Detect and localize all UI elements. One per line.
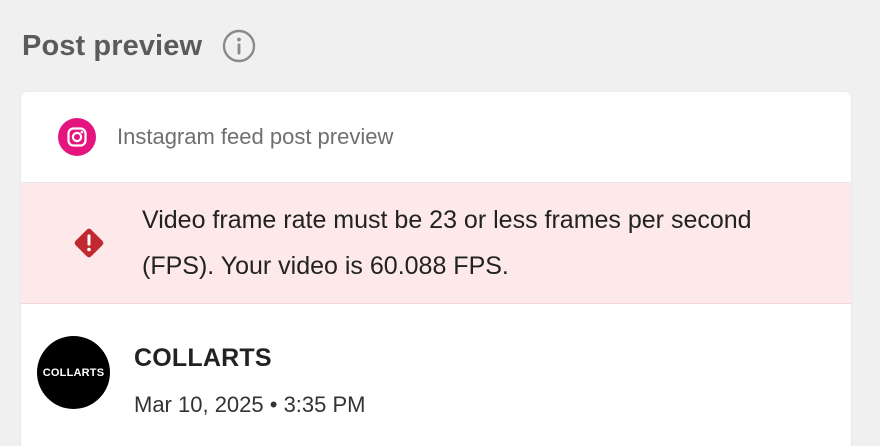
preview-card: Instagram feed post preview Video frame … <box>21 92 851 446</box>
warning-diamond-icon <box>70 224 108 262</box>
post-preview-page: Post preview Instagram feed post preview <box>0 0 880 446</box>
page-title: Post preview <box>22 29 203 62</box>
post-timestamp: Mar 10, 2025 • 3:35 PM <box>134 392 366 417</box>
avatar-logo-text: COLLARTS <box>42 366 105 379</box>
info-icon[interactable] <box>222 29 256 63</box>
card-header: Instagram feed post preview <box>21 92 851 183</box>
post-preview-header: Post preview <box>22 26 256 66</box>
preview-type-label: Instagram feed post preview <box>117 124 394 149</box>
avatar: COLLARTS <box>37 336 110 409</box>
error-alert: Video frame rate must be 23 or less fram… <box>21 183 851 304</box>
alert-message: Video frame rate must be 23 or less fram… <box>142 206 752 280</box>
instagram-icon <box>58 118 96 156</box>
post-header: COLLARTS COLLARTS Mar 10, 2025 • 3:35 PM <box>21 304 851 446</box>
account-name: COLLARTS <box>134 344 272 372</box>
